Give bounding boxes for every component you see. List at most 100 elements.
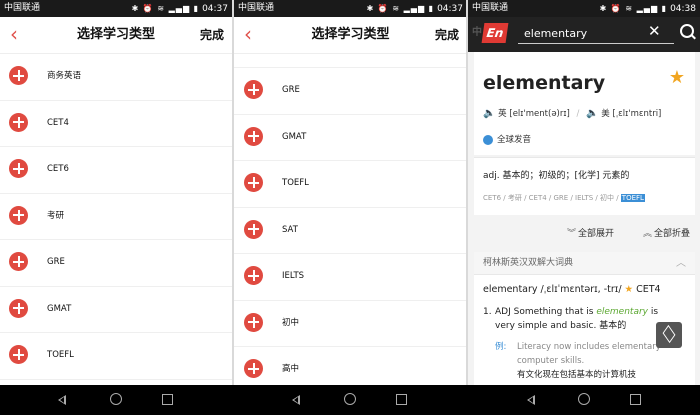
nav-recent-icon[interactable]: [162, 394, 173, 405]
nav-home-icon[interactable]: [578, 393, 590, 405]
nav-back-icon[interactable]: [292, 395, 300, 405]
system-nav-bar: [0, 385, 700, 415]
collins-card: 柯林斯英汉双解大词典 ︿ elementary /ˌɛlɪˈmɛntərɪ, -…: [474, 252, 695, 385]
pron-uk-label: 英: [498, 109, 507, 119]
list-item-label: 商务英语: [47, 71, 82, 81]
app-logo[interactable]: En: [481, 23, 509, 43]
nav-back-icon[interactable]: [527, 395, 535, 405]
list-item[interactable]: TOEFL: [0, 333, 232, 380]
nav-recent-icon[interactable]: [630, 394, 641, 405]
add-icon[interactable]: [244, 359, 263, 378]
example-cn: 有文化现在包括基本的计算机技: [517, 370, 637, 380]
fold-all-button[interactable]: ︽ 全部折叠: [643, 226, 690, 239]
list-item[interactable]: TOEFL: [234, 161, 467, 208]
list-item[interactable]: 高中: [234, 347, 467, 385]
pron-separator: /: [576, 109, 580, 119]
top-bar: ‹ 选择学习类型 完成: [234, 17, 467, 54]
list-item-label: 初中: [282, 317, 300, 328]
list-item[interactable]: GMAT: [234, 115, 467, 161]
carrier-label: 中国联通: [238, 3, 275, 13]
done-button[interactable]: 完成: [435, 17, 459, 53]
collins-title: 柯林斯英汉双解大词典: [483, 258, 574, 268]
add-icon[interactable]: [9, 66, 28, 85]
list-item[interactable]: IELTS: [234, 254, 467, 301]
page-title: 选择学习类型: [76, 27, 155, 42]
nav-recent-icon[interactable]: [396, 394, 407, 405]
list-item-label: 高中: [282, 364, 300, 374]
add-icon[interactable]: [9, 345, 28, 364]
collins-level: CET4: [636, 284, 661, 295]
add-icon[interactable]: [244, 173, 263, 192]
list-item[interactable]: 考研: [0, 194, 232, 240]
speaker-icon[interactable]: 🔈: [483, 108, 495, 119]
nav-home-icon[interactable]: [110, 393, 122, 405]
fold-chevron-icon: ︽: [642, 229, 652, 239]
dictionary-screen: 中国联通 ✱ ⏰ ≋ ▂▄▆ ▮ 04:38 中 En elementary ✕ …: [468, 0, 700, 385]
list-item-label: GMAT: [282, 131, 307, 142]
add-icon[interactable]: [244, 312, 263, 332]
list-item-label: GRE: [282, 85, 300, 95]
sense-number: 1.: [483, 307, 492, 317]
clock: 04:38: [670, 4, 696, 14]
search-icon[interactable]: [680, 24, 694, 38]
clear-icon[interactable]: ✕: [648, 22, 661, 40]
list-item-label: GRE: [47, 257, 65, 267]
sense-keyword: elementary: [596, 307, 648, 317]
collins-header[interactable]: 柯林斯英汉双解大词典 ︿: [474, 252, 695, 275]
example-en: Literacy now includes elementary compute…: [517, 342, 661, 366]
list-item[interactable]: 商务英语: [0, 54, 232, 101]
global-pron-label: 全球发音: [497, 135, 532, 145]
collins-headword: elementary /ˌɛlɪˈmɛntərɪ, -trɪ/: [483, 284, 622, 295]
clock: 04:37: [437, 4, 463, 14]
list-item-label: CET6: [47, 164, 69, 174]
app-logo-background: 中: [472, 27, 482, 38]
fold-all-label: 全部折叠: [653, 229, 690, 239]
nav-back-icon[interactable]: [58, 395, 66, 405]
list-item-label: TOEFL: [47, 350, 74, 360]
add-icon[interactable]: [9, 252, 28, 271]
status-bar: 中国联通 ✱ ⏰ ≋ ▂▄▆ ▮ 04:37: [0, 0, 232, 17]
speaker-icon[interactable]: 🔈: [586, 108, 598, 119]
global-pronunciation[interactable]: 全球发音: [483, 133, 531, 145]
collapse-caret-icon[interactable]: ︿: [676, 254, 686, 269]
favorite-star-icon[interactable]: ★: [669, 67, 685, 88]
layers-icon[interactable]: [656, 322, 682, 348]
add-icon[interactable]: [244, 80, 263, 99]
sense-text-pre: ADJ Something that is: [495, 307, 594, 317]
pronunciation-row: 🔈 英 [elɪ'ment(ə)rɪ] / 🔈 美 [ˌɛlɪ'mɛntri]: [483, 107, 661, 119]
pron-us-label: 美: [601, 109, 610, 119]
add-icon[interactable]: [244, 266, 263, 285]
level-star-icon: ★: [624, 284, 634, 295]
list-item[interactable]: 初中: [234, 301, 467, 347]
list-item[interactable]: GRE: [0, 240, 232, 287]
add-icon[interactable]: [9, 112, 28, 132]
list-item-label: IELTS: [282, 271, 305, 281]
add-icon[interactable]: [9, 205, 28, 225]
status-icons: ✱ ⏰ ≋ ▂▄▆ ▮: [599, 4, 668, 13]
study-type-list: GRE GMAT TOEFL SAT IELTS 初中 高中: [234, 67, 467, 385]
clock: 04:37: [202, 4, 228, 14]
definition-card: adj. 基本的；初级的；[化学] 元素的 CET6 / 考研 / CET4 /…: [474, 157, 695, 215]
example-label: 例:: [495, 342, 507, 352]
list-item[interactable]: GRE: [234, 68, 467, 115]
pron-uk: [elɪ'ment(ə)rɪ]: [509, 109, 570, 119]
nav-home-icon[interactable]: [344, 393, 356, 405]
list-item-label: 考研: [47, 210, 65, 221]
list-item[interactable]: CET4: [0, 101, 232, 147]
expand-all-button[interactable]: ︾ 全部展开: [567, 226, 614, 239]
add-icon[interactable]: [244, 126, 263, 146]
list-item[interactable]: SAT: [234, 208, 467, 254]
type-select-screen-2: 中国联通 ✱ ⏰ ≋ ▂▄▆ ▮ 04:37 ‹ 选择学习类型 完成 GRE GM…: [234, 0, 467, 385]
carrier-label: 中国联通: [472, 3, 509, 13]
list-item[interactable]: GMAT: [0, 287, 232, 333]
globe-icon: [483, 134, 493, 145]
exam-tags: CET6 / 考研 / CET4 / GRE / IELTS / 初中 / TO…: [483, 193, 645, 203]
add-icon[interactable]: [9, 159, 28, 178]
list-item-label: SAT: [282, 224, 298, 235]
basic-definition: adj. 基本的；初级的；[化学] 元素的: [483, 171, 630, 181]
add-icon[interactable]: [244, 219, 263, 239]
list-item[interactable]: CET6: [0, 147, 232, 194]
done-button[interactable]: 完成: [200, 17, 224, 53]
page-title: 选择学习类型: [311, 27, 390, 42]
add-icon[interactable]: [9, 298, 28, 318]
